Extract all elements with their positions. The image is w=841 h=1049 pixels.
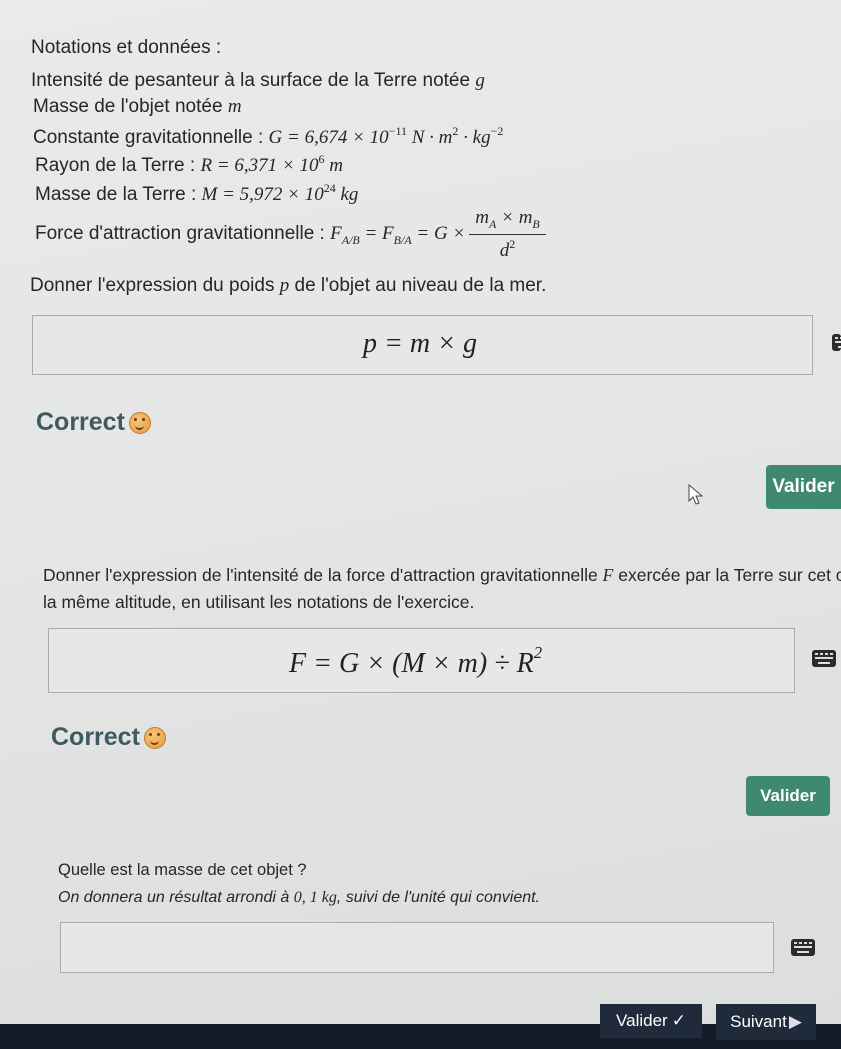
mouse-cursor-icon — [688, 484, 704, 505]
F-eq: = F — [359, 222, 394, 244]
q1-prompt-a: Donner l'expression du poids — [30, 275, 275, 296]
footer-next-button[interactable]: Suivant ▶ — [716, 1004, 816, 1040]
q3-keyboard-icon[interactable] — [791, 939, 815, 956]
q1-prompt-symbol: p — [279, 275, 290, 296]
q1-prompt: Donner l'expression du poids p de l'obje… — [30, 275, 546, 297]
q2-prompt-a: Donner l'expression de l'intensité de la… — [43, 565, 598, 585]
q1-answer-field[interactable]: p = m × g — [32, 315, 813, 375]
R-mantissa: R = 6,371 × 10 — [200, 155, 319, 176]
G-units-exp2: −2 — [490, 124, 504, 138]
mass-line: Masse de l'objet notée m — [33, 96, 242, 118]
F-num-times: × m — [496, 207, 533, 228]
F-sub-BA: B/A — [393, 232, 412, 247]
q3-hint-b: , suivi de l'unité qui convient. — [336, 889, 540, 906]
q2-prompt: Donner l'expression de l'intensité de la… — [43, 565, 841, 586]
q3-hint-a: On donnera un résultat arrondi à — [58, 889, 290, 906]
R-exponent: 6 — [318, 152, 325, 166]
q2-answer-text: F = G × (M × m) ÷ R2 — [289, 643, 542, 680]
footer-validate-label: Valider — [616, 1011, 668, 1030]
F-num-mA: m — [475, 207, 490, 228]
F-fraction: mA × mB d2 — [469, 207, 546, 262]
force-line: Force d'attraction gravitationnelle : FA… — [35, 207, 546, 262]
gravity-label: Intensité de pesanteur à la surface de l… — [31, 70, 471, 91]
earth-mass-line: Masse de la Terre : M = 5,972 × 1024 kg — [35, 181, 358, 206]
M-mantissa: M = 5,972 × 10 — [201, 184, 324, 205]
q2-answer-field[interactable]: F = G × (M × m) ÷ R2 — [48, 628, 795, 693]
F-denominator: d2 — [469, 235, 545, 262]
q3-prompt: Quelle est la masse de cet objet ? — [58, 861, 307, 879]
q2-keyboard-icon[interactable] — [812, 650, 836, 667]
M-exponent: 24 — [323, 181, 336, 195]
q1-feedback-text: Correct — [36, 408, 125, 436]
F-formula: FA/B = FB/A = G × mA × mB d2 — [330, 207, 546, 261]
M-label: Masse de la Terre : — [35, 184, 197, 205]
q3-answer-field[interactable] — [60, 922, 774, 973]
q2-validate-button[interactable]: Valider — [746, 776, 830, 816]
mass-symbol: m — [227, 96, 242, 117]
footer-validate-button[interactable]: Valider ✓ — [600, 1004, 702, 1038]
G-units-mid: · kg — [458, 127, 491, 148]
smiley-icon — [143, 726, 166, 749]
G-value: G = 6,674 × 10−11 N · m2 · kg−2 — [268, 124, 504, 148]
mass-label: Masse de l'objet notée — [33, 96, 223, 117]
q2-feedback-text: Correct — [51, 723, 140, 751]
R-unit: m — [329, 155, 343, 176]
play-arrow-icon: ▶ — [788, 1012, 802, 1031]
G-label: Constante gravitationnelle : — [33, 127, 264, 148]
q1-prompt-b: de l'objet au niveau de la mer. — [294, 275, 547, 296]
F-num-B: B — [532, 217, 540, 231]
M-unit: kg — [340, 184, 359, 205]
checkmark-icon: ✓ — [671, 1011, 686, 1030]
q2-prompt-b: exercée par la Terre sur cet objet — [618, 565, 841, 585]
smiley-icon — [128, 411, 151, 434]
q1-keyboard-icon[interactable] — [832, 334, 841, 351]
footer-next-label: Suivant — [730, 1012, 787, 1031]
q1-validate-button[interactable]: Valider — [766, 465, 841, 509]
q2-prompt-line2: la même altitude, en utilisant les notat… — [43, 592, 475, 612]
F-symbol: F — [330, 222, 342, 244]
q1-answer-text: p = m × g — [363, 328, 478, 359]
q2-answer-exp: 2 — [533, 643, 543, 662]
F-den-d: d — [499, 240, 510, 261]
G-units: N · m — [411, 127, 453, 148]
gravity-symbol: g — [475, 70, 485, 91]
gravity-line: Intensité de pesanteur à la surface de l… — [31, 70, 485, 92]
R-label: Rayon de la Terre : — [35, 155, 196, 176]
F-G: = G × — [411, 222, 466, 244]
q2-prompt-symbol: F — [602, 565, 614, 585]
q1-feedback: Correct — [36, 408, 151, 437]
notations-heading: Notations et données : — [31, 37, 222, 58]
earth-radius-line: Rayon de la Terre : R = 6,371 × 106 m — [35, 152, 343, 177]
q3-hint-value: 0, 1 kg — [293, 889, 337, 906]
R-value: R = 6,371 × 106 m — [200, 152, 343, 176]
G-mantissa: G = 6,674 × 10 — [268, 127, 389, 148]
bottom-bar — [0, 1024, 841, 1049]
M-value: M = 5,972 × 1024 kg — [201, 181, 359, 205]
G-exponent: −11 — [388, 124, 407, 138]
q2-answer-main: F = G × (M × m) ÷ R — [289, 648, 534, 679]
F-label: Force d'attraction gravitationnelle : — [35, 222, 325, 244]
F-den-exp: 2 — [509, 237, 516, 251]
q3-hint: On donnera un résultat arrondi à 0, 1 kg… — [58, 889, 540, 907]
F-numerator: mA × mB — [469, 207, 546, 235]
F-sub-AB: A/B — [341, 232, 360, 247]
q2-feedback: Correct — [51, 723, 166, 752]
gravitational-constant-line: Constante gravitationnelle : G = 6,674 ×… — [33, 124, 503, 149]
